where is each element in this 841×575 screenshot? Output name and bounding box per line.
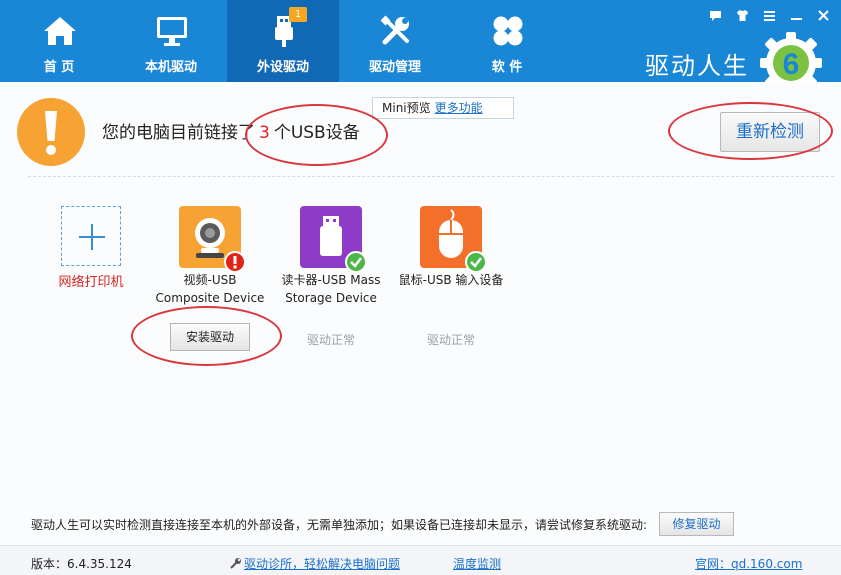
warning-exclamation-icon xyxy=(17,98,85,166)
more-features-link[interactable]: 更多功能 xyxy=(435,101,483,115)
device-webcam-name-line1: 视频-USB xyxy=(183,273,237,287)
device-card-reader: 读卡器-USB Mass Storage Device 驱动正常 xyxy=(271,206,391,348)
ok-check-icon xyxy=(345,251,367,273)
tools-icon xyxy=(380,15,409,45)
chat-icon xyxy=(710,10,721,21)
device-webcam-name-line2: Composite Device xyxy=(155,291,265,305)
nav-peripheral-drivers[interactable]: 1 外设驱动 xyxy=(227,0,339,82)
annotation-ellipse-device-count xyxy=(245,104,388,166)
nav-software[interactable]: 软 件 xyxy=(451,0,563,82)
wrench-icon xyxy=(230,558,241,569)
annotation-ellipse-rescan xyxy=(668,102,833,160)
device-webcam-tile[interactable] xyxy=(179,206,246,273)
nav-local-drivers[interactable]: 本机驱动 xyxy=(115,0,227,82)
peripheral-count-badge: 1 xyxy=(289,7,307,22)
driver-clinic-text: 驱动诊所，轻松解决电脑问题 xyxy=(244,557,401,571)
device-mouse-name-line1: 鼠标-USB 输入设备 xyxy=(398,273,504,287)
warning-mark-icon xyxy=(224,251,246,273)
nav-driver-management-label: 驱动管理 xyxy=(368,60,421,75)
monitor-icon xyxy=(157,17,187,46)
shirt-icon xyxy=(737,9,748,21)
device-card-reader-name-line1: 读卡器-USB Mass xyxy=(281,273,381,287)
top-navigation-bar: 首 页 本机驱动 1 外设驱动 驱动管理 软 件 驱动人生 6 xyxy=(0,0,841,94)
device-card-reader-tile[interactable] xyxy=(300,206,367,273)
add-device-box[interactable] xyxy=(61,206,121,266)
nav-home[interactable]: 首 页 xyxy=(3,0,115,82)
feedback-button[interactable] xyxy=(702,6,729,24)
mini-preview-tip: Mini预览 更多功能 xyxy=(372,97,514,119)
status-footer: 版本：6.4.35.124 驱动诊所，轻松解决电脑问题 温度监测 官网：qd.1… xyxy=(0,545,841,575)
device-mouse-name-line2 xyxy=(391,289,511,307)
version-label: 版本：6.4.35.124 xyxy=(31,557,132,571)
official-site-link[interactable]: 官网：qd.160.com xyxy=(695,555,802,572)
device-mouse: 鼠标-USB 输入设备 驱动正常 xyxy=(391,206,511,348)
device-card-reader-status: 驱动正常 xyxy=(306,333,355,347)
status-prefix: 您的电脑目前链接了 xyxy=(102,123,255,143)
repair-driver-button[interactable]: 修复驱动 xyxy=(659,512,734,536)
minimize-icon xyxy=(791,17,802,20)
peripheral-drivers-panel: 您的电脑目前链接了 3 个USB设备 Mini预览 更多功能 重新检测 网络打印机 xyxy=(0,82,841,575)
mini-preview-label: Mini预览 xyxy=(382,101,431,115)
main-menu-button[interactable] xyxy=(756,6,783,24)
plus-icon xyxy=(79,224,105,250)
nav-software-label: 软 件 xyxy=(491,60,523,75)
close-button[interactable] xyxy=(810,6,837,24)
ok-check-icon xyxy=(465,251,487,273)
device-mouse-tile[interactable] xyxy=(420,206,487,273)
minimize-button[interactable] xyxy=(783,6,810,24)
nav-driver-management[interactable]: 驱动管理 xyxy=(339,0,451,82)
apps-icon xyxy=(493,16,523,46)
section-divider xyxy=(28,176,834,177)
device-card-reader-name-line2: Storage Device xyxy=(285,291,377,305)
detection-hint-text: 驱动人生可以实时检测直接连接至本机的外部设备，无需单独添加；如果设备已连接却未显… xyxy=(31,518,648,532)
home-icon xyxy=(44,17,76,45)
menu-icon xyxy=(764,10,775,21)
device-mouse-status: 驱动正常 xyxy=(426,333,475,347)
brand-name: 驱动人生 xyxy=(645,52,749,80)
skin-button[interactable] xyxy=(729,6,756,24)
nav-local-drivers-label: 本机驱动 xyxy=(144,60,197,75)
nav-peripheral-drivers-label: 外设驱动 xyxy=(256,60,309,75)
add-network-printer-label: 网络打印机 xyxy=(58,275,124,290)
nav-home-label: 首 页 xyxy=(43,60,75,75)
add-network-printer[interactable]: 网络打印机 xyxy=(46,206,136,290)
brand-logo-digit: 6 xyxy=(783,48,800,81)
temperature-monitor-link[interactable]: 温度监测 xyxy=(453,555,501,572)
close-icon xyxy=(818,9,829,21)
driver-clinic-link[interactable]: 驱动诊所，轻松解决电脑问题 xyxy=(229,555,400,572)
annotation-ellipse-install xyxy=(131,306,282,366)
window-controls xyxy=(702,6,837,24)
